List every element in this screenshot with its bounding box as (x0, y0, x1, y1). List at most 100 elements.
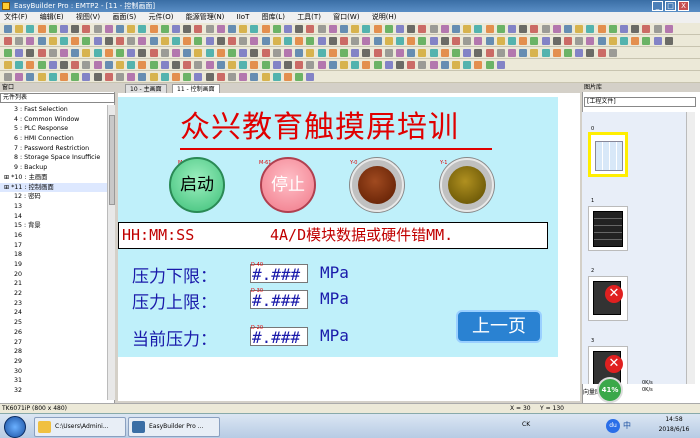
toolbar-tool-icon[interactable] (4, 61, 12, 69)
toolbar-tool-icon[interactable] (440, 37, 449, 45)
toolbar-tool-icon[interactable] (642, 37, 651, 45)
tree-item[interactable]: ⊞ *10 : 主画面 (0, 173, 107, 183)
toolbar-tool-icon[interactable] (93, 49, 102, 57)
toolbar-tool-icon[interactable] (37, 37, 46, 45)
toolbar-tool-icon[interactable] (373, 37, 382, 45)
toolbar-tool-icon[interactable] (474, 37, 483, 45)
toolbar-tool-icon[interactable] (82, 73, 91, 81)
toolbar-tool-icon[interactable] (82, 25, 91, 33)
toolbar-tool-icon[interactable] (373, 61, 382, 69)
toolbar-tool-icon[interactable] (597, 49, 606, 57)
toolbar-tool-icon[interactable] (261, 73, 270, 81)
toolbar-tool-icon[interactable] (250, 25, 259, 33)
toolbar-tool-icon[interactable] (373, 49, 382, 57)
toolbar-tool-icon[interactable] (496, 37, 505, 45)
toolbar-tool-icon[interactable] (149, 25, 158, 33)
toolbar-tool-icon[interactable] (306, 61, 315, 69)
toolbar-tool-icon[interactable] (261, 61, 270, 69)
toolbar-tool-icon[interactable] (340, 37, 348, 45)
toolbar-tool-icon[interactable] (418, 25, 427, 33)
toolbar-tool-icon[interactable] (396, 61, 404, 69)
toolbar-tool-icon[interactable] (172, 73, 180, 81)
toolbar-tool-icon[interactable] (440, 49, 449, 57)
lang-indicator[interactable]: CK (522, 421, 530, 428)
tree-item[interactable]: 13 (0, 202, 107, 212)
tree-item[interactable]: 6 : HMI Connection (0, 134, 107, 144)
tree-item[interactable]: 27 (0, 338, 107, 348)
toolbar-tool-icon[interactable] (620, 25, 628, 33)
toolbar-tool-icon[interactable] (541, 37, 550, 45)
toolbar-tool-icon[interactable] (564, 37, 572, 45)
tree-item[interactable]: 22 (0, 289, 107, 299)
toolbar-tool-icon[interactable] (37, 73, 46, 81)
tree-item[interactable]: 20 (0, 270, 107, 280)
toolbar-tool-icon[interactable] (463, 61, 472, 69)
gallery-scrollbar[interactable] (686, 112, 695, 384)
toolbar-tool-icon[interactable] (530, 37, 539, 45)
toolbar-tool-icon[interactable] (306, 37, 315, 45)
toolbar-tool-icon[interactable] (362, 25, 371, 33)
toolbar-tool-icon[interactable] (160, 61, 169, 69)
toolbar-tool-icon[interactable] (485, 49, 494, 57)
toolbar-tool-icon[interactable] (127, 73, 136, 81)
toolbar-tool-icon[interactable] (463, 25, 472, 33)
toolbar-tool-icon[interactable] (295, 37, 304, 45)
toolbar-tool-icon[interactable] (463, 49, 472, 57)
tree-item[interactable]: 32 (0, 386, 107, 396)
start-orb[interactable] (4, 416, 26, 438)
toolbar-tool-icon[interactable] (541, 25, 550, 33)
toolbar-tool-icon[interactable] (664, 37, 673, 45)
toolbar-tool-icon[interactable] (328, 61, 337, 69)
toolbar-tool-icon[interactable] (396, 25, 404, 33)
toolbar-tool-icon[interactable] (216, 25, 225, 33)
toolbar-tool-icon[interactable] (496, 25, 505, 33)
toolbar-tool-icon[interactable] (26, 37, 35, 45)
start-button[interactable]: 启动 (169, 157, 225, 213)
toolbar-tool-icon[interactable] (407, 49, 416, 57)
toolbar-tool-icon[interactable] (351, 61, 360, 69)
toolbar-tool-icon[interactable] (340, 61, 348, 69)
object-list-combo[interactable]: 元件列表 (0, 93, 115, 103)
toolbar-tool-icon[interactable] (15, 25, 24, 33)
toolbar-tool-icon[interactable] (71, 25, 80, 33)
toolbar-tool-icon[interactable] (384, 49, 393, 57)
gallery-item-keypad-light[interactable] (588, 132, 628, 177)
tree-item[interactable]: 26 (0, 328, 107, 338)
toolbar-tool-icon[interactable] (127, 37, 136, 45)
toolbar-tool-icon[interactable] (608, 25, 617, 33)
toolbar-tool-icon[interactable] (239, 25, 248, 33)
toolbar-tool-icon[interactable] (205, 37, 214, 45)
toolbar-tool-icon[interactable] (351, 25, 360, 33)
tree-item[interactable]: 28 (0, 347, 107, 357)
toolbar-tool-icon[interactable] (284, 37, 292, 45)
toolbar-tool-icon[interactable] (306, 25, 315, 33)
toolbar-tool-icon[interactable] (474, 61, 483, 69)
toolbar-tool-icon[interactable] (60, 25, 68, 33)
toolbar-tool-icon[interactable] (205, 61, 214, 69)
toolbar-tool-icon[interactable] (216, 61, 225, 69)
toolbar-tool-icon[interactable] (26, 49, 35, 57)
toolbar-tool-icon[interactable] (620, 37, 628, 45)
toolbar-tool-icon[interactable] (104, 25, 113, 33)
tree-item[interactable]: 9 : Backup (0, 163, 107, 173)
toolbar-tool-icon[interactable] (127, 25, 136, 33)
tree-item[interactable]: 23 (0, 299, 107, 309)
library-source-combo[interactable]: [工程文件] (584, 97, 696, 107)
menu-file[interactable]: 文件(F) (0, 12, 34, 23)
toolbar-tool-icon[interactable] (104, 49, 113, 57)
menu-energy[interactable]: 能源管理(N) (182, 12, 231, 23)
toolbar-tool-icon[interactable] (60, 61, 68, 69)
toolbar-tool-icon[interactable] (429, 37, 438, 45)
toolbar-tool-icon[interactable] (15, 37, 24, 45)
toolbar-tool-icon[interactable] (407, 25, 416, 33)
toolbar-tool-icon[interactable] (48, 49, 57, 57)
menu-view[interactable]: 视图(V) (72, 12, 106, 23)
toolbar-tool-icon[interactable] (328, 25, 337, 33)
toolbar-tool-icon[interactable] (552, 49, 561, 57)
toolbar-tool-icon[interactable] (440, 25, 449, 33)
toolbar-tool-icon[interactable] (82, 61, 91, 69)
toolbar-tool-icon[interactable] (239, 73, 248, 81)
toolbar-tool-icon[interactable] (239, 37, 248, 45)
toolbar-tool-icon[interactable] (317, 49, 326, 57)
toolbar-tool-icon[interactable] (519, 49, 528, 57)
